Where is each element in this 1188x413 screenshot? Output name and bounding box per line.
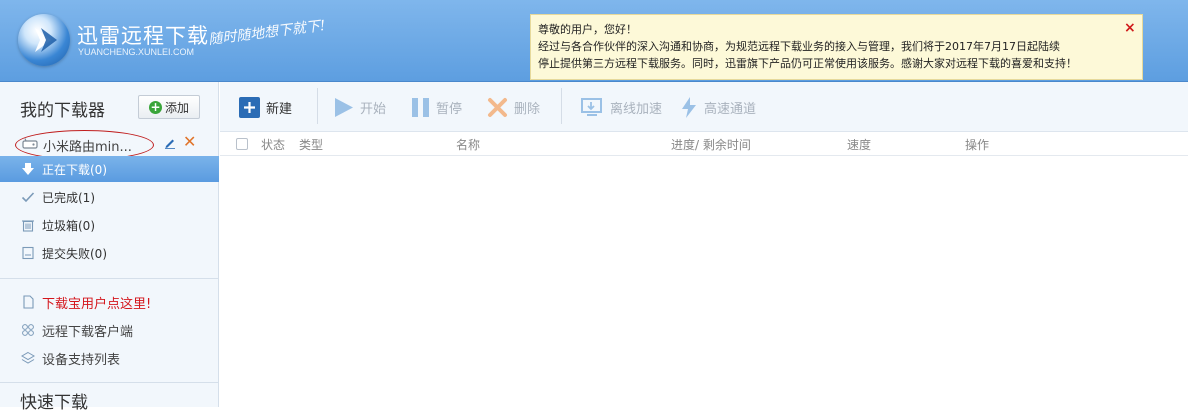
pause-label: 暂停 [436,101,463,117]
brand-subtitle: YUANCHENG.XUNLEI.COM [78,47,195,57]
service-notice: 尊敬的用户，您好！ 经过与各合作伙伴的深入沟通和协商，为规范远程下载业务的接入与… [530,14,1143,80]
delete-button[interactable]: 删除 [487,95,540,119]
sidebar-divider [0,278,219,279]
sidebar-divider [0,382,219,383]
download-arrow-icon [20,161,36,177]
start-button[interactable]: 开始 [333,95,386,119]
grid-icon [20,322,36,338]
notice-close-icon[interactable]: × [1124,21,1136,35]
start-label: 开始 [360,101,387,117]
play-icon [335,97,353,117]
task-list-area [220,156,1188,407]
brand-slogan: 随时随地想下就下! [207,17,327,49]
toolbar: 新建 开始 暂停 删除 离线加速 高速通道 [220,82,1188,132]
col-speed: 速度 [847,138,872,152]
new-task-button[interactable]: 新建 [239,95,292,119]
delete-device-icon[interactable]: ✕ [183,134,196,150]
failed-doc-icon [20,245,36,261]
check-icon [20,189,36,205]
nav-trash[interactable]: 垃圾箱(0) [0,212,219,238]
col-name: 名称 [456,138,481,152]
notice-line-2: 经过与各合作伙伴的深入沟通和协商，为规范远程下载业务的接入与管理，我们将于201… [538,40,1060,53]
monitor-download-icon [581,97,602,116]
brand-title: 迅雷远程下载 [77,24,209,48]
new-label: 新建 [266,101,293,117]
add-button-label: 添加 [164,100,189,115]
notice-line-1: 尊敬的用户，您好！ [538,23,637,36]
toolbar-separator [317,88,318,124]
select-all-checkbox[interactable] [236,138,248,150]
pencil-edit-icon[interactable] [164,137,176,149]
toolbar-separator [561,88,562,124]
plus-circle-icon: + [148,99,162,114]
nav-failed[interactable]: 提交失败(0) [0,240,219,266]
nav-label: 提交失败(0) [42,246,107,261]
link-downloadbao-users[interactable]: 下载宝用户点这里! [0,289,219,315]
high-speed-channel-button[interactable]: 高速通道 [680,95,756,119]
nav-label: 垃圾箱(0) [42,218,95,233]
nav-label: 正在下载(0) [42,162,107,177]
offline-accelerate-button[interactable]: 离线加速 [581,95,662,119]
sidebar: 我的下载器 + 添加 小米路由min... ✕ 正在下载(0) 已完成(1) 垃… [0,82,219,413]
link-label: 下载宝用户点这里! [42,296,152,312]
link-label: 设备支持列表 [42,352,121,368]
notice-line-3: 停止提供第三方远程下载服务。同时，迅雷旗下产品仍可正常使用该服务。感谢大家对远程… [538,57,1077,70]
nav-label: 已完成(1) [42,190,95,205]
task-table-header: 状态 类型 名称 进度/ 剩余时间 速度 操作 [220,132,1188,156]
nav-completed[interactable]: 已完成(1) [0,184,219,210]
col-status: 状态 [261,138,286,152]
lightning-icon [682,96,696,118]
link-label: 远程下载客户端 [42,324,134,340]
pause-icon [412,97,429,117]
delete-x-icon [488,97,507,117]
router-icon [22,138,38,149]
link-remote-client[interactable]: 远程下载客户端 [0,317,219,343]
quick-download-title: 快速下载 [20,393,88,413]
nav-downloading[interactable]: 正在下载(0) [0,156,219,182]
plus-square-icon [239,96,260,118]
trash-icon [20,217,36,233]
col-progress: 进度/ 剩余时间 [671,138,751,152]
col-actions: 操作 [965,138,990,152]
pause-button[interactable]: 暂停 [411,95,462,119]
device-item[interactable]: 小米路由min... ✕ [0,130,219,160]
highspeed-label: 高速通道 [704,101,757,117]
layers-icon [20,350,36,366]
app-header: 迅雷远程下载 YUANCHENG.XUNLEI.COM 随时随地想下就下! 尊敬… [0,0,1188,82]
offline-label: 离线加速 [610,101,663,117]
link-device-support[interactable]: 设备支持列表 [0,345,219,371]
add-downloader-button[interactable]: + 添加 [138,95,200,119]
document-icon [20,294,36,310]
sidebar-title: 我的下载器 [20,101,105,121]
xunlei-logo [18,14,70,66]
device-name: 小米路由min... [43,140,132,155]
delete-label: 删除 [514,101,541,117]
col-type: 类型 [299,138,324,152]
